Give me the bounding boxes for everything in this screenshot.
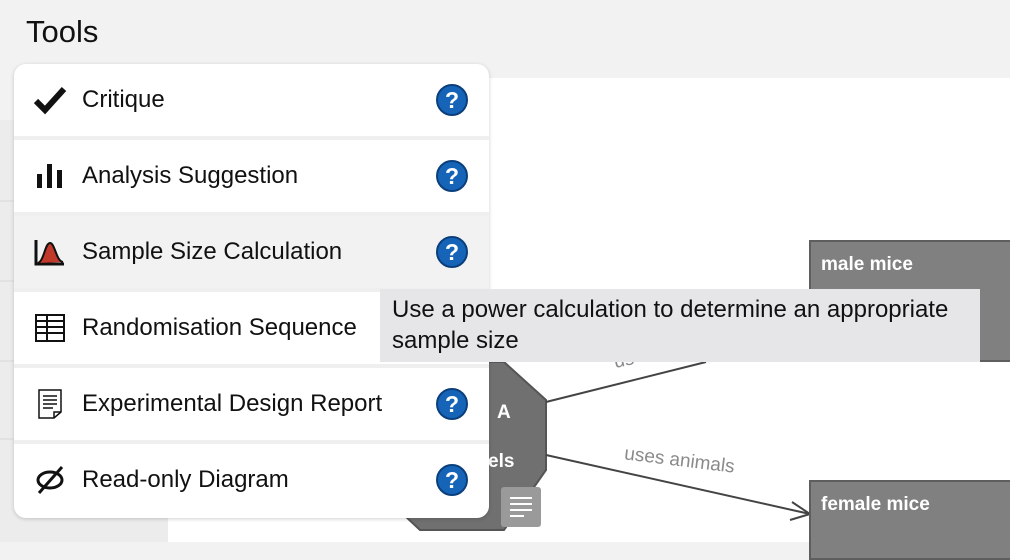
tool-label: Experimental Design Report bbox=[82, 390, 383, 417]
text-align-button[interactable] bbox=[501, 487, 541, 527]
tool-read-only-diagram[interactable]: Read-only Diagram ? bbox=[14, 444, 489, 516]
octagon-text: A bbox=[497, 402, 511, 423]
tool-label: Read-only Diagram bbox=[82, 466, 289, 493]
tool-experimental-design-report[interactable]: Experimental Design Report ? bbox=[14, 368, 489, 440]
tool-analysis-suggestion[interactable]: Analysis Suggestion ? bbox=[14, 140, 489, 212]
help-icon[interactable]: ? bbox=[436, 84, 468, 116]
power-curve-icon bbox=[32, 234, 68, 270]
tool-label: Randomisation Sequence bbox=[82, 314, 357, 341]
help-icon[interactable]: ? bbox=[436, 160, 468, 192]
help-icon[interactable]: ? bbox=[436, 388, 468, 420]
octagon-text: els bbox=[488, 451, 515, 472]
tool-sample-size-calculation[interactable]: Sample Size Calculation ? bbox=[14, 216, 489, 288]
checkmark-icon bbox=[32, 82, 68, 118]
help-icon[interactable]: ? bbox=[436, 236, 468, 268]
tooltip: Use a power calculation to determine an … bbox=[380, 289, 980, 362]
node-label: male mice bbox=[821, 254, 913, 275]
bar-chart-icon bbox=[32, 158, 68, 194]
tool-label: Critique bbox=[82, 86, 165, 113]
read-only-icon bbox=[32, 462, 68, 498]
document-icon bbox=[32, 386, 68, 422]
table-icon bbox=[32, 310, 68, 346]
node-female-mice[interactable]: female mice bbox=[809, 480, 1010, 560]
help-icon[interactable]: ? bbox=[436, 464, 468, 496]
node-label: female mice bbox=[821, 494, 930, 515]
tool-critique[interactable]: Critique ? bbox=[14, 64, 489, 136]
tool-label: Sample Size Calculation bbox=[82, 238, 343, 265]
tool-label: Analysis Suggestion bbox=[82, 162, 299, 189]
